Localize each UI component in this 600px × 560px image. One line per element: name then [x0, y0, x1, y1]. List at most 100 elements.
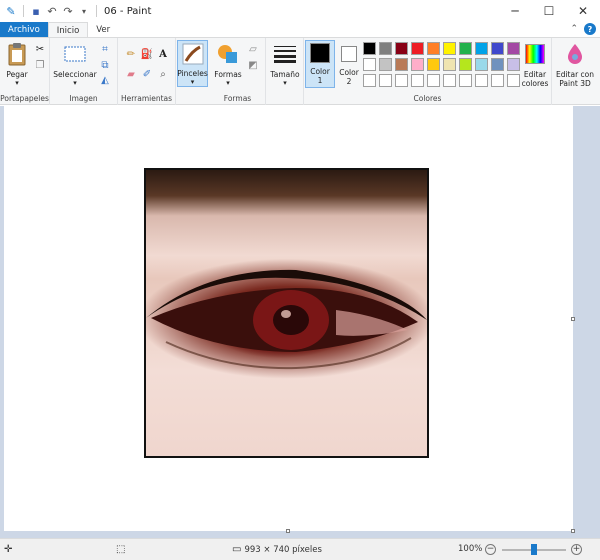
group-image: Seleccionar ▾ ⌗ ⧉ ◭ Imagen	[50, 38, 118, 105]
title-bar: ✎ ▪ ↶ ↷ ▾ 06 - Paint ─ ☐ ✕	[0, 0, 600, 22]
zoom-in-button[interactable]: +	[571, 544, 582, 555]
zoom-out-button[interactable]: −	[485, 544, 496, 555]
minimize-button[interactable]: ─	[498, 0, 532, 22]
collapse-ribbon-icon[interactable]: ⌃	[570, 24, 578, 34]
cut-icon[interactable]: ✂	[33, 42, 47, 56]
selection-rectangle-icon	[63, 42, 87, 66]
eraser-icon[interactable]: ▰	[124, 67, 138, 81]
resize-handle-right[interactable]	[571, 317, 575, 321]
edit-paint3d-button[interactable]: Editar con Paint 3D	[554, 42, 596, 88]
palette-swatch[interactable]	[459, 58, 472, 71]
palette-swatch[interactable]	[411, 42, 424, 55]
palette-swatch[interactable]	[507, 58, 520, 71]
palette-swatch[interactable]	[363, 58, 376, 71]
resize-handle-corner[interactable]	[571, 529, 575, 533]
chevron-down-icon: ▾	[283, 79, 287, 87]
palette-swatch[interactable]	[459, 42, 472, 55]
color2-button[interactable]: Color 2	[337, 42, 361, 86]
palette-swatch[interactable]	[363, 74, 376, 87]
palette-swatch[interactable]	[411, 58, 424, 71]
palette-swatch[interactable]	[459, 74, 472, 87]
shapes-button[interactable]: Formas ▾	[213, 42, 243, 87]
palette-swatch[interactable]	[491, 42, 504, 55]
customize-toolbar-icon[interactable]: ▾	[77, 4, 91, 18]
workspace	[0, 106, 600, 538]
separator	[23, 5, 24, 17]
group-label-shapes: Formas	[223, 94, 252, 103]
select-button[interactable]: Seleccionar ▾	[53, 42, 97, 87]
crosshair-icon: ✛	[4, 544, 13, 555]
rotate-icon[interactable]: ◭	[98, 73, 112, 87]
crop-icon[interactable]: ⌗	[98, 42, 112, 56]
chevron-down-icon: ▾	[73, 79, 77, 87]
zoom-slider-thumb[interactable]	[531, 544, 537, 555]
undo-icon[interactable]: ↶	[45, 4, 59, 18]
tab-home[interactable]: Inicio	[47, 22, 89, 38]
selection-icon: ⬚	[116, 544, 126, 555]
palette-swatch[interactable]	[427, 74, 440, 87]
tab-view[interactable]: Ver	[88, 22, 118, 38]
resize-icon[interactable]: ⧉	[98, 58, 112, 72]
color2-swatch	[341, 46, 357, 62]
edit-colors-button[interactable]: Editar colores	[520, 42, 550, 88]
copy-icon[interactable]: ❐	[33, 58, 47, 72]
palette-swatch[interactable]	[379, 58, 392, 71]
palette-swatch[interactable]	[443, 74, 456, 87]
size-button[interactable]: Tamaño ▾	[270, 42, 300, 87]
group-brushes: Pinceles ▾	[176, 38, 210, 105]
palette-swatch[interactable]	[475, 42, 488, 55]
color1-swatch	[310, 43, 330, 63]
canvas[interactable]	[4, 106, 573, 531]
palette-swatch[interactable]	[395, 58, 408, 71]
paste-button[interactable]: Pegar ▾	[4, 42, 30, 87]
palette-swatch[interactable]	[443, 42, 456, 55]
palette-swatch[interactable]	[395, 42, 408, 55]
palette-swatch[interactable]	[411, 74, 424, 87]
pencil-icon[interactable]: ✏	[124, 47, 138, 61]
palette-swatch[interactable]	[491, 58, 504, 71]
paint3d-icon	[563, 42, 587, 66]
group-tools: ✏ ⛽ A ▰ ✐ ⌕ Herramientas	[118, 38, 176, 105]
palette-swatch[interactable]	[363, 42, 376, 55]
palette-swatch[interactable]	[475, 74, 488, 87]
window-title: 06 - Paint	[104, 5, 152, 17]
resize-handle-bottom[interactable]	[286, 529, 290, 533]
palette-swatch[interactable]	[507, 74, 520, 87]
palette-swatch[interactable]	[427, 42, 440, 55]
palette-swatch[interactable]	[379, 42, 392, 55]
outline-icon[interactable]: ▱	[246, 42, 260, 56]
fill-icon[interactable]: ⛽	[140, 47, 154, 61]
tab-file[interactable]: Archivo	[0, 22, 48, 38]
color-spectrum-icon	[523, 42, 547, 66]
help-icon[interactable]: ?	[584, 23, 596, 35]
color1-button[interactable]: Color 1	[305, 40, 335, 88]
brushes-button[interactable]: Pinceles ▾	[177, 40, 208, 87]
save-icon[interactable]: ▪	[29, 4, 43, 18]
zoom-level: 100%	[458, 544, 483, 554]
text-icon[interactable]: A	[156, 47, 170, 61]
palette-swatch[interactable]	[491, 74, 504, 87]
maximize-button[interactable]: ☐	[532, 0, 566, 22]
image-size: ▭ 993 × 740 píxeles	[232, 544, 322, 555]
palette-swatch[interactable]	[443, 58, 456, 71]
palette-swatch[interactable]	[507, 42, 520, 55]
fill-shape-icon[interactable]: ◩	[246, 58, 260, 72]
group-label-colors: Colores	[413, 94, 442, 103]
group-colors: Color 1 Color 2 Editar colores Colores	[304, 38, 552, 105]
palette-swatch[interactable]	[395, 74, 408, 87]
ribbon-tabs: Archivo Inicio Ver ⌃ ?	[0, 22, 600, 38]
line-size-icon	[273, 42, 297, 66]
close-button[interactable]: ✕	[566, 0, 600, 22]
chevron-down-icon: ▾	[190, 78, 195, 86]
palette-swatch[interactable]	[379, 74, 392, 87]
color-picker-icon[interactable]: ✐	[140, 67, 154, 81]
brush-icon	[181, 43, 205, 65]
paint-app-icon[interactable]: ✎	[4, 4, 18, 18]
group-clipboard: Pegar ▾ ✂ ❐ Portapapeles	[0, 38, 50, 105]
redo-icon[interactable]: ↷	[61, 4, 75, 18]
palette-swatch[interactable]	[475, 58, 488, 71]
palette-swatch[interactable]	[427, 58, 440, 71]
ribbon: Pegar ▾ ✂ ❐ Portapapeles Seleccionar ▾ ⌗…	[0, 37, 600, 105]
eye-image	[144, 168, 429, 458]
magnifier-icon[interactable]: ⌕	[156, 67, 170, 81]
